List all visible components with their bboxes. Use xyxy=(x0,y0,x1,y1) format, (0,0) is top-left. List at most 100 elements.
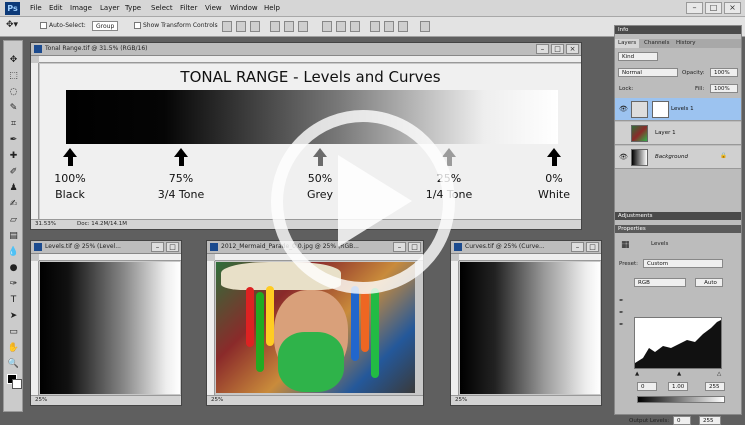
input-gamma-field[interactable]: 1.00 xyxy=(668,382,688,391)
close-icon[interactable]: × xyxy=(566,44,579,54)
minimize-icon[interactable]: – xyxy=(151,242,164,252)
properties-tab[interactable]: Properties xyxy=(618,226,646,232)
show-transform-option[interactable]: Show Transform Controls xyxy=(134,22,218,29)
align-bottom-icon[interactable] xyxy=(250,21,260,32)
move-tool-icon[interactable]: ✥ xyxy=(7,55,20,66)
maximize-icon[interactable]: □ xyxy=(551,44,564,54)
brush-icon[interactable]: ✐ xyxy=(7,167,20,178)
path-select-icon[interactable]: ➤ xyxy=(7,311,20,322)
zoom-level[interactable]: 31.53% xyxy=(35,221,56,227)
distribute-right-icon[interactable] xyxy=(398,21,408,32)
zoom-level[interactable]: 25% xyxy=(211,397,223,403)
input-white-field[interactable]: 255 xyxy=(705,382,725,391)
menu-layer[interactable]: Layer xyxy=(100,4,120,12)
vertical-ruler[interactable] xyxy=(451,261,459,395)
show-transform-checkbox[interactable] xyxy=(134,22,141,29)
input-black-field[interactable]: 0 xyxy=(637,382,657,391)
tab-layers[interactable]: Layers xyxy=(615,39,640,48)
horizontal-ruler[interactable] xyxy=(459,254,601,261)
align-left-icon[interactable] xyxy=(270,21,280,32)
doc-size-info[interactable]: Doc: 14.2M/14.1M xyxy=(77,221,127,227)
white-point-slider-icon[interactable]: △ xyxy=(717,371,721,377)
auto-button[interactable]: Auto xyxy=(695,278,723,287)
vertical-ruler[interactable] xyxy=(207,261,215,395)
auto-select-dropdown[interactable]: Group xyxy=(92,21,119,31)
histogram[interactable] xyxy=(634,317,722,369)
distribute-top-icon[interactable] xyxy=(322,21,332,32)
menu-file[interactable]: File xyxy=(30,4,42,12)
adjustments-tab[interactable]: Adjustments xyxy=(618,213,652,219)
properties-panel-header[interactable]: Properties xyxy=(615,225,741,233)
zoom-icon[interactable]: 🔍 xyxy=(7,359,20,370)
layer-filter-dropdown[interactable]: Kind xyxy=(618,52,658,61)
menu-window[interactable]: Window xyxy=(230,4,258,12)
auto-select-checkbox[interactable] xyxy=(40,22,47,29)
marquee-icon[interactable]: ⬚ xyxy=(7,71,20,82)
layer-row[interactable]: 👁 Background 🔒 xyxy=(615,146,741,169)
document-tab[interactable]: Tonal Range.tif @ 31.5% (RGB/16) – □ × xyxy=(31,43,581,56)
eyedropper-grey-icon[interactable]: ✒ xyxy=(619,310,624,316)
midtone-slider-icon[interactable]: ▲ xyxy=(677,371,681,377)
tab-channels[interactable]: Channels xyxy=(641,39,672,48)
dodge-icon[interactable]: ● xyxy=(7,263,20,274)
menu-select[interactable]: Select xyxy=(151,4,173,12)
info-tab[interactable]: Info xyxy=(618,27,628,33)
zoom-level[interactable]: 25% xyxy=(35,397,47,403)
align-right-icon[interactable] xyxy=(298,21,308,32)
distribute-hcenter-icon[interactable] xyxy=(384,21,394,32)
black-point-slider-icon[interactable]: ▲ xyxy=(635,371,639,377)
layer-name[interactable]: Levels 1 xyxy=(671,106,694,112)
adjustments-panel-header[interactable]: Adjustments xyxy=(615,212,741,220)
levels-gradient-canvas[interactable] xyxy=(40,262,180,394)
healing-icon[interactable]: ✚ xyxy=(7,151,20,162)
menu-filter[interactable]: Filter xyxy=(180,4,197,12)
menu-type[interactable]: Type xyxy=(125,4,141,12)
zoom-level[interactable]: 25% xyxy=(455,397,467,403)
auto-select-option[interactable]: Auto-Select: xyxy=(40,22,86,29)
close-icon[interactable]: × xyxy=(724,2,741,14)
menu-image[interactable]: Image xyxy=(70,4,92,12)
menu-view[interactable]: View xyxy=(205,4,222,12)
tab-history[interactable]: History xyxy=(673,39,699,48)
distribute-left-icon[interactable] xyxy=(370,21,380,32)
stamp-icon[interactable]: ♟ xyxy=(7,183,20,194)
quick-select-icon[interactable]: ✎ xyxy=(7,103,20,114)
shape-icon[interactable]: ▭ xyxy=(7,327,20,338)
gradient-icon[interactable]: ▤ xyxy=(7,231,20,242)
history-brush-icon[interactable]: ✍ xyxy=(7,199,20,210)
opacity-field[interactable]: 100% xyxy=(710,68,738,77)
maximize-icon[interactable]: □ xyxy=(705,2,722,14)
distribute-vcenter-icon[interactable] xyxy=(336,21,346,32)
align-hcenter-icon[interactable] xyxy=(284,21,294,32)
align-vcenter-icon[interactable] xyxy=(236,21,246,32)
fill-field[interactable]: 100% xyxy=(710,84,738,93)
eyedropper-icon[interactable]: ✒ xyxy=(7,135,20,146)
distribute-bottom-icon[interactable] xyxy=(350,21,360,32)
play-icon[interactable] xyxy=(338,155,412,247)
curves-gradient-canvas[interactable] xyxy=(460,262,600,394)
eyedropper-white-icon[interactable]: ✒ xyxy=(619,322,624,328)
eye-icon[interactable]: 👁 xyxy=(619,106,628,113)
document-tab[interactable]: Curves.tif @ 25% (Curve... – □ xyxy=(451,241,601,254)
type-icon[interactable]: T xyxy=(7,295,20,306)
layer-name[interactable]: Background xyxy=(655,154,688,160)
info-panel-header[interactable]: Info xyxy=(615,26,741,34)
hand-icon[interactable]: ✋ xyxy=(7,343,20,354)
minimize-icon[interactable]: – xyxy=(571,242,584,252)
horizontal-ruler[interactable] xyxy=(39,254,181,261)
horizontal-ruler[interactable] xyxy=(39,56,581,63)
align-top-icon[interactable] xyxy=(222,21,232,32)
maximize-icon[interactable]: □ xyxy=(586,242,599,252)
vertical-ruler[interactable] xyxy=(31,63,39,219)
background-color-swatch[interactable] xyxy=(12,379,22,389)
move-tool-icon[interactable]: ✥▾ xyxy=(6,20,18,30)
menu-help[interactable]: Help xyxy=(264,4,280,12)
document-tab[interactable]: Levels.tif @ 25% (Level... – □ xyxy=(31,241,181,254)
pen-icon[interactable]: ✑ xyxy=(7,279,20,290)
layer-row[interactable]: Layer 1 xyxy=(615,122,741,145)
eyedropper-black-icon[interactable]: ✒ xyxy=(619,298,624,304)
vertical-ruler[interactable] xyxy=(31,261,39,395)
crop-icon[interactable]: ⌗ xyxy=(7,119,20,130)
menu-edit[interactable]: Edit xyxy=(49,4,63,12)
minimize-icon[interactable]: – xyxy=(536,44,549,54)
